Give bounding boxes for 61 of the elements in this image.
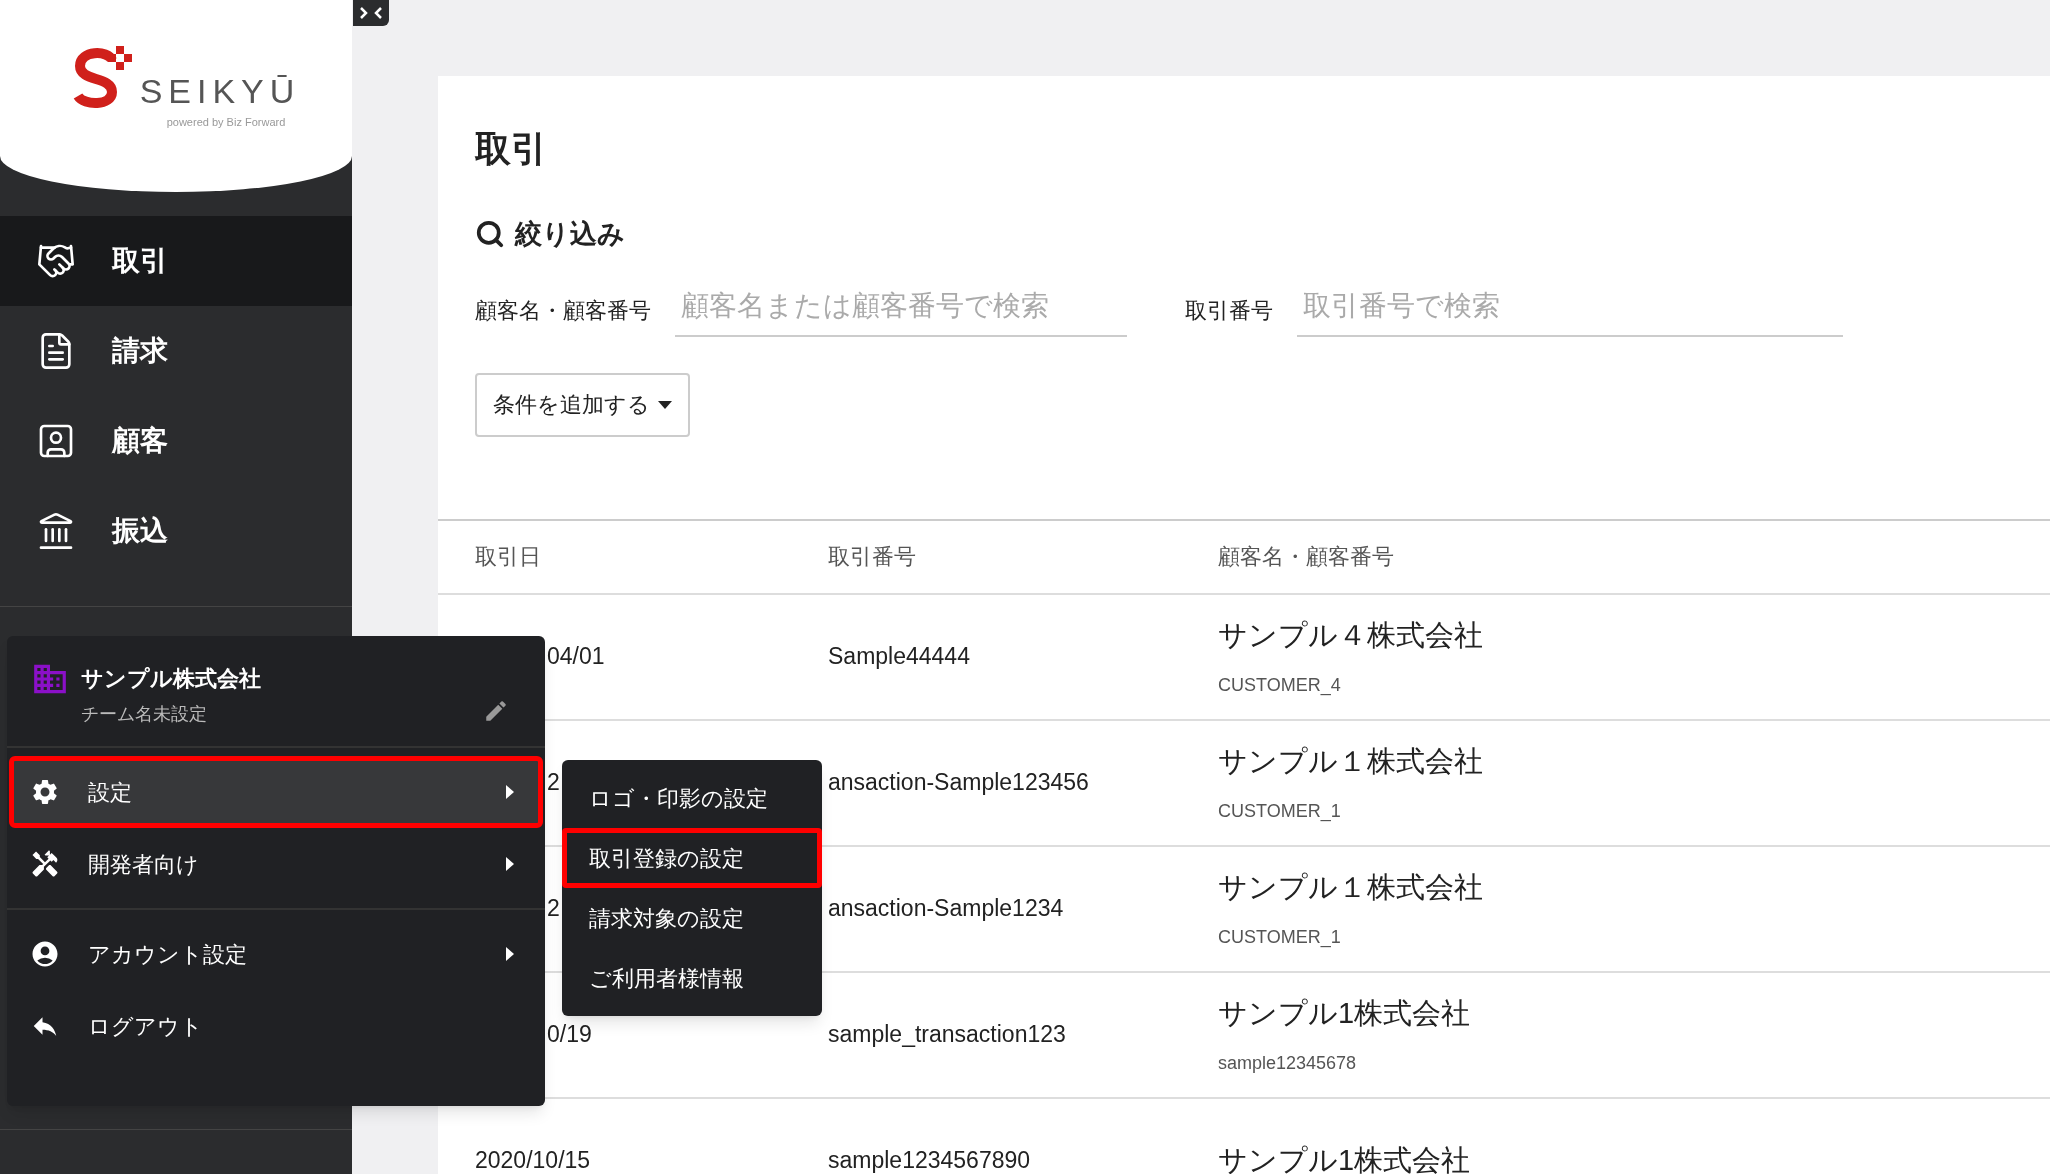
filter-title: 絞り込み (515, 218, 625, 251)
submenu-arrow-icon (506, 947, 514, 961)
customer-number: CUSTOMER_1 (1218, 799, 1342, 824)
edit-icon[interactable] (483, 698, 509, 724)
number-cell: sample_transaction123 (828, 1021, 1066, 1048)
submenu-arrow-icon (506, 857, 514, 871)
date-cell: 2 (547, 895, 560, 922)
submenu-item[interactable]: ご利用者様情報 (562, 948, 822, 1008)
add-condition-button[interactable]: 条件を追加する (475, 372, 690, 437)
customer-name: サンプル４株式会社 (1218, 618, 1483, 654)
menu-item[interactable]: 設定 (9, 756, 543, 828)
customer-name: サンプル１株式会社 (1218, 744, 1483, 780)
nav-label: 取引 (112, 244, 168, 278)
menu-item[interactable]: 開発者向け (9, 828, 543, 900)
caret-icon (658, 400, 672, 409)
logo-text: SEIKYŪ (139, 74, 301, 108)
submenu-item[interactable]: 請求対象の設定 (562, 888, 822, 948)
menu-label: ログアウト (88, 1012, 204, 1041)
menu-label: 設定 (88, 778, 133, 807)
customer-name: サンプル１株式会社 (1218, 870, 1483, 906)
number-cell: Sample44444 (828, 643, 970, 670)
logo-tagline: powered by Biz Forward (166, 115, 286, 130)
date-cell: 2 (547, 769, 560, 796)
page-title: 取引 (475, 127, 548, 171)
number-cell: ansaction-Sample123456 (828, 769, 1089, 796)
customer-number: CUSTOMER_4 (1218, 673, 1342, 698)
column-header: 取引番号 (828, 544, 916, 569)
submenu-arrow-icon (506, 785, 514, 799)
nav-label: 請求 (112, 334, 168, 368)
number-cell: ansaction-Sample1234 (828, 895, 1064, 922)
menu-label: 開発者向け (88, 850, 200, 879)
customer-number: sample12345678 (1218, 1051, 1358, 1075)
nav-label: 顧客 (112, 424, 168, 458)
menu-icon (30, 939, 60, 969)
search-icon (475, 219, 505, 250)
column-header: 取引日 (475, 544, 541, 569)
submenu-item[interactable]: ロゴ・印影の設定 (562, 768, 822, 828)
menu-icon (30, 849, 60, 879)
collapse-icon (359, 6, 383, 20)
column-header: 顧客名・顧客番号 (1218, 544, 1394, 569)
customer-number: CUSTOMER_1 (1218, 925, 1342, 950)
menu-label: アカウント設定 (88, 940, 248, 969)
team-name: サンプル株式会社 (81, 665, 262, 693)
customer-name: サンプル1株式会社 (1218, 996, 1471, 1032)
date-cell: 04/01 (547, 643, 605, 670)
customer-name: サンプル1株式会社 (1218, 1142, 1471, 1174)
team-subtitle: チーム名未設定 (81, 703, 208, 726)
search-field[interactable]: 取引番号で検索 (1297, 284, 1843, 337)
menu-item[interactable]: アカウント設定 (9, 918, 543, 990)
nav-label: 振込 (112, 514, 168, 548)
menu-icon (30, 777, 60, 807)
date-cell: 0/19 (547, 1021, 592, 1048)
nav-item[interactable]: 取引 (0, 216, 352, 306)
number-cell: sample1234567890 (828, 1147, 1031, 1174)
search-field[interactable]: 顧客名または顧客番号で検索 (675, 284, 1127, 337)
submenu-item[interactable]: 取引登録の設定 (562, 828, 822, 888)
collapse-button[interactable] (353, 0, 389, 26)
menu-item[interactable]: ログアウト (9, 990, 543, 1062)
date-cell: 2020/10/15 (475, 1147, 591, 1174)
field-label: 顧客名・顧客番号 (475, 297, 651, 325)
field-label: 取引番号 (1185, 297, 1273, 325)
